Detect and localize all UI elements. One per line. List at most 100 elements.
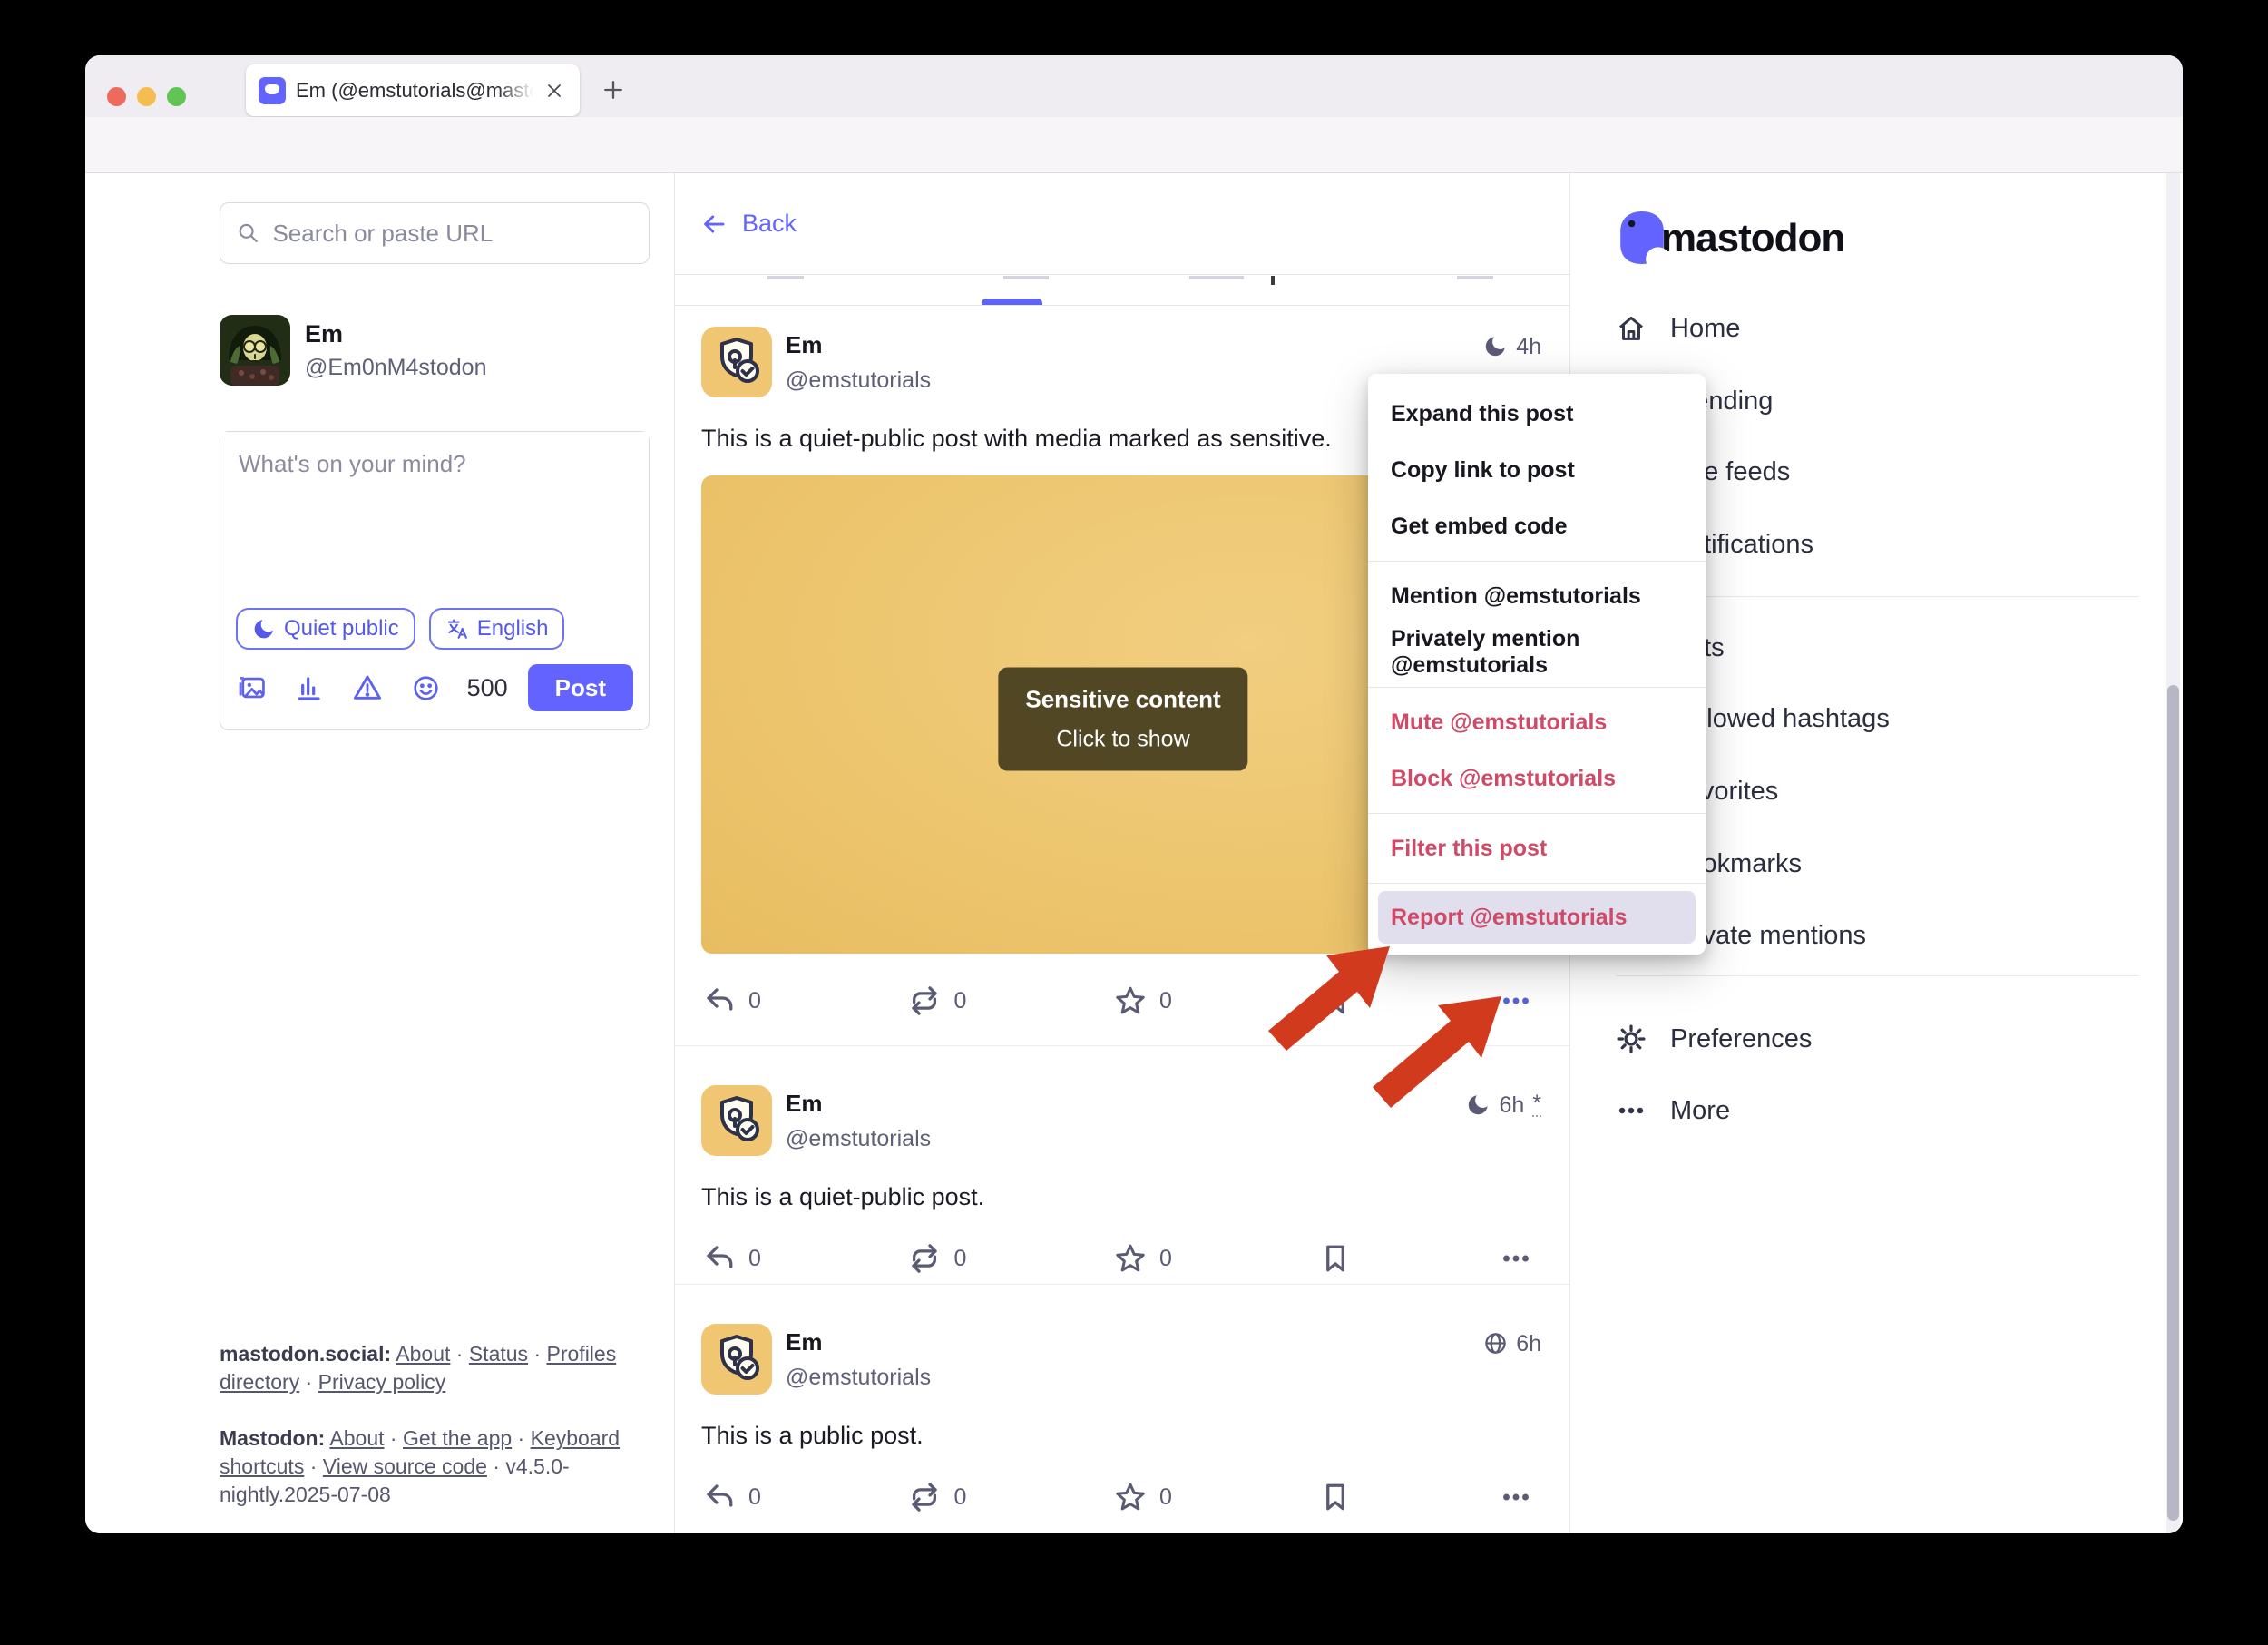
tab-title: Em (@emstutorials@mastodon.s [296,79,533,103]
boost-button[interactable]: 0 [908,1481,966,1513]
boost-count: 0 [953,988,966,1014]
gear-icon [1616,1023,1647,1054]
sensitive-overlay-button[interactable]: Sensitive content Click to show [998,667,1247,770]
reply-button[interactable]: 0 [703,1242,761,1275]
post-author[interactable]: Em [786,1090,931,1118]
poll-icon[interactable] [295,673,324,702]
compose-textarea[interactable] [220,432,649,608]
menu-item-expand-post[interactable]: Expand this post [1368,386,1706,442]
menu-item-embed-code[interactable]: Get embed code [1368,498,1706,554]
star-icon [1114,1481,1147,1513]
back-label: Back [742,210,797,238]
bookmark-button[interactable] [1319,1242,1352,1275]
edited-indicator[interactable]: * [1532,1092,1541,1117]
menu-item-mention[interactable]: Mention @emstutorials [1368,568,1706,624]
favorite-button[interactable]: 0 [1114,1481,1172,1513]
mastodon-logo-glyph [1616,210,1668,268]
post-timestamp[interactable]: 6h * [1466,1085,1541,1156]
post-handle[interactable]: @emstutorials [786,367,931,394]
footer-link-about[interactable]: About [396,1342,450,1366]
post-avatar[interactable] [701,1085,772,1156]
star-icon [1114,1242,1147,1275]
minimize-window-button[interactable] [137,87,156,106]
post-action-bar: 0 0 0 [701,1477,1541,1517]
footer-server-name: mastodon.social: [220,1342,391,1366]
zoom-window-button[interactable] [167,87,186,106]
search-box[interactable] [220,202,650,264]
translate-icon [445,617,469,641]
scrollbar-thumb[interactable] [2167,685,2179,1521]
more-options-button[interactable] [1500,984,1532,1017]
column-header-back[interactable]: Back [675,173,1569,275]
reply-icon [703,1242,736,1275]
more-options-button[interactable] [1500,1242,1532,1275]
mastodon-app: Em @Em0nM4stodon Quiet public English [85,173,2183,1533]
ellipsis-icon [1500,1481,1532,1513]
new-tab-button[interactable] [595,72,631,108]
menu-item-copy-link[interactable]: Copy link to post [1368,442,1706,498]
sidebar-item-more[interactable]: More [1616,1089,2142,1132]
sidebar-item-preferences[interactable]: Preferences [1616,1017,2142,1061]
tab-close-icon[interactable] [543,80,565,102]
close-window-button[interactable] [107,87,126,106]
favorite-count: 0 [1159,1484,1172,1511]
search-icon [237,220,259,246]
boost-count: 0 [953,1484,966,1511]
active-tab-indicator [982,299,1042,305]
mastodon-logo[interactable]: mastodon [1616,210,1844,268]
post-author[interactable]: Em [786,331,931,359]
footer-link-get-app[interactable]: Get the app [403,1426,512,1450]
post-avatar[interactable] [701,327,772,397]
emoji-icon[interactable] [411,673,441,703]
moon-icon [252,617,276,641]
menu-item-block[interactable]: Block @emstutorials [1368,750,1706,807]
content-warning-icon[interactable] [352,672,383,703]
browser-tab-bar: Em (@emstutorials@mastodon.s [85,55,2183,117]
bookmark-icon [1319,1242,1352,1275]
boost-icon [908,1481,941,1513]
compose-form: Quiet public English 500 Post [220,431,650,730]
sensitive-action: Click to show [1025,726,1220,752]
language-button[interactable]: English [429,608,565,650]
privacy-button[interactable]: Quiet public [236,608,415,650]
reply-button[interactable]: 0 [703,1481,761,1513]
post-handle[interactable]: @emstutorials [786,1126,931,1152]
attach-media-icon[interactable] [236,672,267,703]
menu-item-filter-post[interactable]: Filter this post [1368,820,1706,876]
more-options-button[interactable] [1500,1481,1532,1513]
post-quiet-public[interactable]: Em @emstutorials 6h * This is a quiet-pu… [675,1045,1569,1278]
profile-name: Em [305,320,343,348]
browser-tab[interactable]: Em (@emstutorials@mastodon.s [246,64,580,116]
post-author[interactable]: Em [786,1328,931,1356]
menu-item-mute[interactable]: Mute @emstutorials [1368,694,1706,750]
browser-window: Em (@emstutorials@mastodon.s https://mas… [85,55,2183,1533]
post-public[interactable]: Em @emstutorials 6h This is a public pos… [675,1284,1569,1517]
favorite-count: 0 [1159,988,1172,1014]
post-avatar[interactable] [701,1324,772,1395]
menu-item-private-mention[interactable]: Privately mention @emstutorials [1368,624,1706,681]
favorite-button[interactable]: 0 [1114,984,1172,1017]
avatar[interactable] [220,315,290,386]
search-input[interactable] [272,220,632,248]
bookmark-button[interactable] [1319,1481,1352,1513]
home-icon [1616,313,1647,344]
character-count: 500 [467,674,508,702]
sensitive-title: Sensitive content [1025,685,1220,713]
reply-button[interactable]: 0 [703,984,761,1017]
post-timestamp[interactable]: 6h [1483,1324,1541,1395]
footer-link-privacy-policy[interactable]: Privacy policy [318,1370,446,1394]
ellipsis-icon [1616,1095,1647,1126]
boost-button[interactable]: 0 [908,1242,966,1275]
footer-link-mastodon-about[interactable]: About [329,1426,384,1450]
boost-button[interactable]: 0 [908,984,966,1017]
post-content: This is a public post. [701,1422,1541,1450]
post-handle[interactable]: @emstutorials [786,1365,931,1391]
post-button[interactable]: Post [528,664,633,711]
menu-item-report[interactable]: Report @emstutorials [1378,891,1696,944]
footer-link-status[interactable]: Status [469,1342,528,1366]
favorite-button[interactable]: 0 [1114,1242,1172,1275]
bookmark-button[interactable] [1319,984,1352,1017]
footer-link-view-source[interactable]: View source code [323,1454,487,1478]
star-icon [1114,984,1147,1017]
sidebar-item-home[interactable]: Home [1616,307,2142,350]
